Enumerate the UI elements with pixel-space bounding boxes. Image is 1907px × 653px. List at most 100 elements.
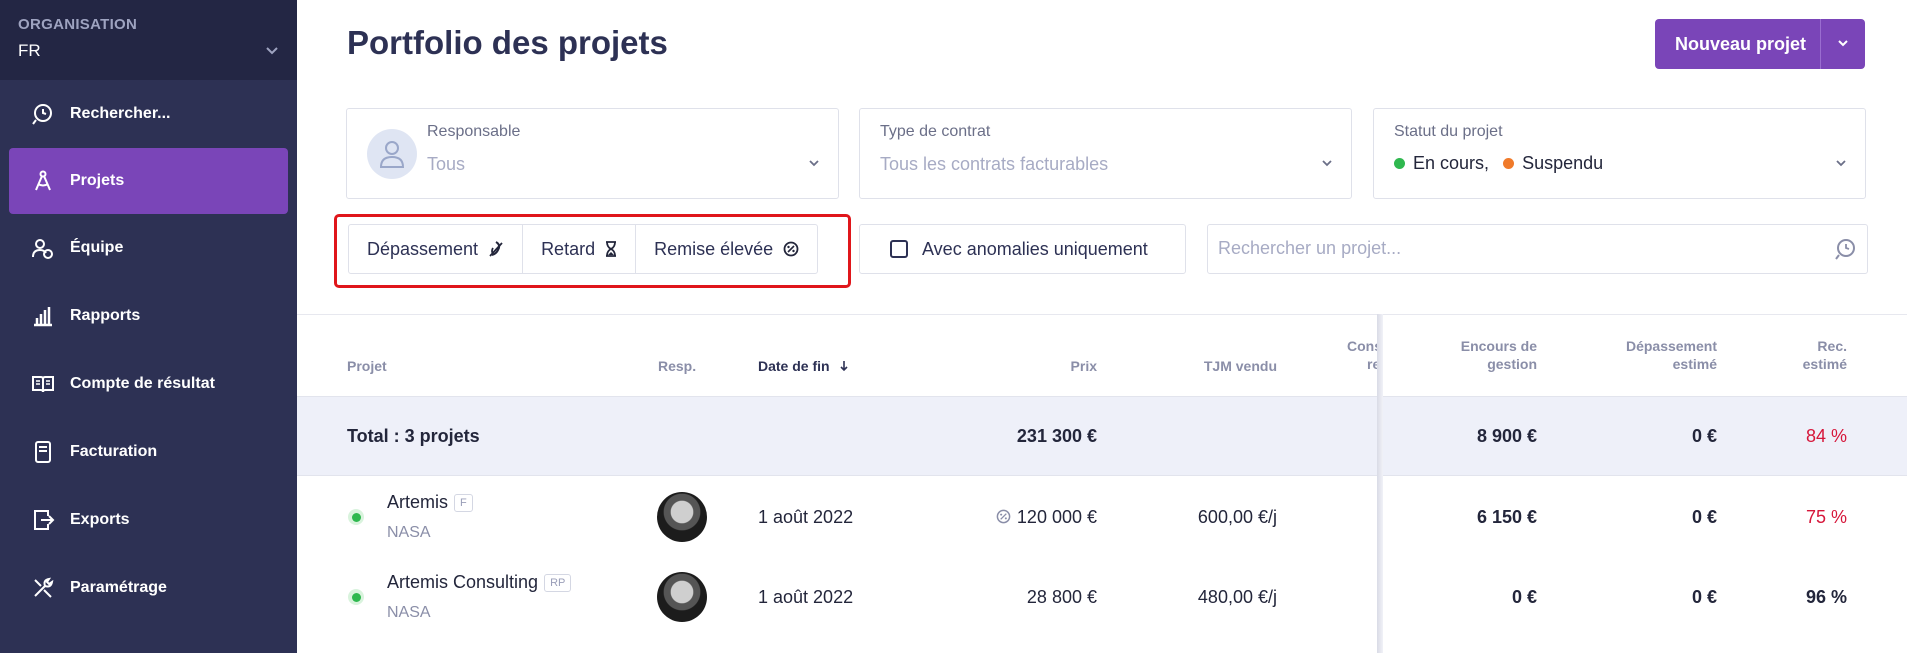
status-dot-icon (348, 589, 364, 605)
client-name: NASA (387, 604, 431, 621)
sort-down-icon (840, 361, 849, 372)
col-header-rec-line1: Rec. (1817, 338, 1847, 354)
col-header-overrun-line2: estimé (1672, 356, 1717, 372)
bar-chart-icon (30, 303, 56, 329)
manager-filter-value: Tous (427, 154, 466, 174)
chip-overrun[interactable]: Dépassement (349, 225, 524, 273)
contract-tag: RP (544, 574, 572, 593)
chip-label: Dépassement (367, 238, 479, 259)
status-value-suspended: Suspendu (1522, 153, 1604, 173)
sidebar-item-exports[interactable]: Exports (0, 486, 297, 554)
status-separator: , (1484, 153, 1490, 173)
tjm-value: 600,00 €/j (1197, 507, 1277, 527)
status-dot-icon (348, 509, 364, 525)
sidebar-item-search[interactable]: Rechercher... (0, 80, 297, 148)
search-icon[interactable] (1833, 237, 1857, 266)
total-overrun: 0 € (1691, 426, 1717, 446)
anomalies-only-toggle[interactable]: Avec anomalies uniquement (859, 224, 1186, 274)
col-header-encours[interactable]: Encours de gestion (1377, 337, 1537, 373)
anomalies-checkbox[interactable] (890, 240, 908, 258)
contract-type-filter[interactable]: Type de contrat Tous les contrats factur… (859, 108, 1352, 199)
sidebar-item-income-statement[interactable]: Compte de résultat (0, 350, 297, 418)
sidebar-nav: Rechercher... Projets Équipe Rapports Co… (0, 80, 297, 622)
status-dot-orange (1503, 158, 1515, 169)
col-header-end-date[interactable]: Date de fin (758, 357, 849, 375)
col-header-project[interactable]: Projet (347, 357, 387, 375)
project-search[interactable] (1207, 224, 1868, 274)
sidebar-item-label: Rechercher... (70, 105, 171, 122)
rec-value: 96 % (1805, 587, 1847, 607)
status-filter-label: Statut du projet (1394, 123, 1503, 140)
hourglass-icon (605, 241, 617, 257)
end-date: 1 août 2022 (758, 587, 854, 607)
sidebar-item-label: Compte de résultat (70, 375, 215, 392)
price-cell: 120 000 € (937, 507, 1097, 528)
chip-high-discount[interactable]: Remise élevée (636, 225, 817, 273)
project-status-filter[interactable]: Statut du projet En cours , Suspendu (1373, 108, 1866, 199)
total-encours: 8 900 € (1476, 426, 1537, 446)
project-name: Artemis Consulting (387, 572, 539, 592)
tjm-value: 480,00 €/j (1197, 587, 1277, 607)
organisation-value: FR (18, 41, 41, 60)
button-divider (1820, 19, 1821, 69)
chevron-down-icon[interactable] (1837, 39, 1849, 49)
price-value: 28 800 € (1026, 587, 1097, 607)
new-project-button[interactable]: Nouveau projet (1655, 19, 1865, 69)
chevron-down-icon (266, 47, 278, 55)
project-name-cell[interactable]: Artemis Consulting RP (387, 572, 572, 593)
sidebar-item-team[interactable]: Équipe (0, 214, 297, 282)
chevron-down-icon (1322, 160, 1332, 167)
manager-filter[interactable]: Responsable Tous (346, 108, 839, 199)
sidebar-item-settings[interactable]: Paramétrage (0, 554, 297, 622)
col-header-encours-line1: Encours de (1460, 338, 1537, 354)
sidebar-item-label: Équipe (70, 239, 124, 256)
col-header-end-date-label: Date de fin (758, 358, 830, 374)
chip-label: Retard (541, 238, 596, 259)
sidebar: ORGANISATION FR Rechercher... Projets Éq… (0, 0, 297, 653)
discount-icon (996, 509, 1011, 524)
col-header-price[interactable]: Prix (997, 357, 1097, 375)
sticky-column-shadow (1377, 314, 1383, 653)
manager-filter-label: Responsable (427, 123, 521, 140)
sidebar-item-projects[interactable]: Projets (9, 148, 288, 214)
users-icon (30, 235, 56, 261)
search-icon (30, 101, 56, 127)
col-header-rec-line2: estimé (1802, 356, 1847, 372)
overrun-value: 0 € (1691, 587, 1717, 607)
chip-label: Remise élevée (654, 238, 774, 259)
sidebar-item-label: Paramétrage (70, 579, 167, 596)
sidebar-item-label: Facturation (70, 443, 158, 460)
sidebar-item-billing[interactable]: Facturation (0, 418, 297, 486)
sidebar-item-reports[interactable]: Rapports (0, 282, 297, 350)
encours-value: 0 € (1511, 587, 1537, 607)
organisation-selector[interactable]: ORGANISATION FR (0, 0, 297, 80)
col-header-encours-line2: gestion (1487, 356, 1537, 372)
project-search-input[interactable] (1208, 225, 1808, 271)
project-name-cell[interactable]: Artemis F (387, 492, 473, 513)
overrun-value: 0 € (1691, 507, 1717, 527)
anomaly-chip-group: Dépassement Retard Remise élevée (348, 224, 819, 274)
price-value: 120 000 € (1016, 507, 1097, 527)
total-price: 231 300 € (1016, 426, 1097, 446)
col-header-rec[interactable]: Rec. estimé (1747, 337, 1847, 373)
status-values: En cours , Suspendu (1394, 153, 1603, 174)
encours-value: 6 150 € (1476, 507, 1537, 527)
end-date: 1 août 2022 (758, 507, 854, 527)
organisation-label: ORGANISATION (18, 16, 138, 33)
client-name: NASA (387, 524, 431, 541)
page-title: Portfolio des projets (347, 24, 668, 61)
sidebar-item-label: Projets (70, 172, 125, 189)
project-name: Artemis (387, 492, 449, 512)
col-header-tjm[interactable]: TJM vendu (1177, 357, 1277, 375)
section-divider (297, 314, 1907, 315)
avatar (657, 492, 707, 542)
col-header-overrun[interactable]: Dépassement estimé (1557, 337, 1717, 373)
sidebar-item-label: Rapports (70, 307, 141, 324)
status-value-in-progress: En cours (1413, 153, 1485, 173)
compass-icon (30, 168, 56, 194)
chip-delay[interactable]: Retard (523, 225, 637, 273)
contract-filter-label: Type de contrat (880, 123, 991, 140)
col-header-resp[interactable]: Resp. (658, 357, 696, 375)
total-label: Total : 3 projets (347, 426, 480, 446)
export-icon (30, 507, 56, 533)
